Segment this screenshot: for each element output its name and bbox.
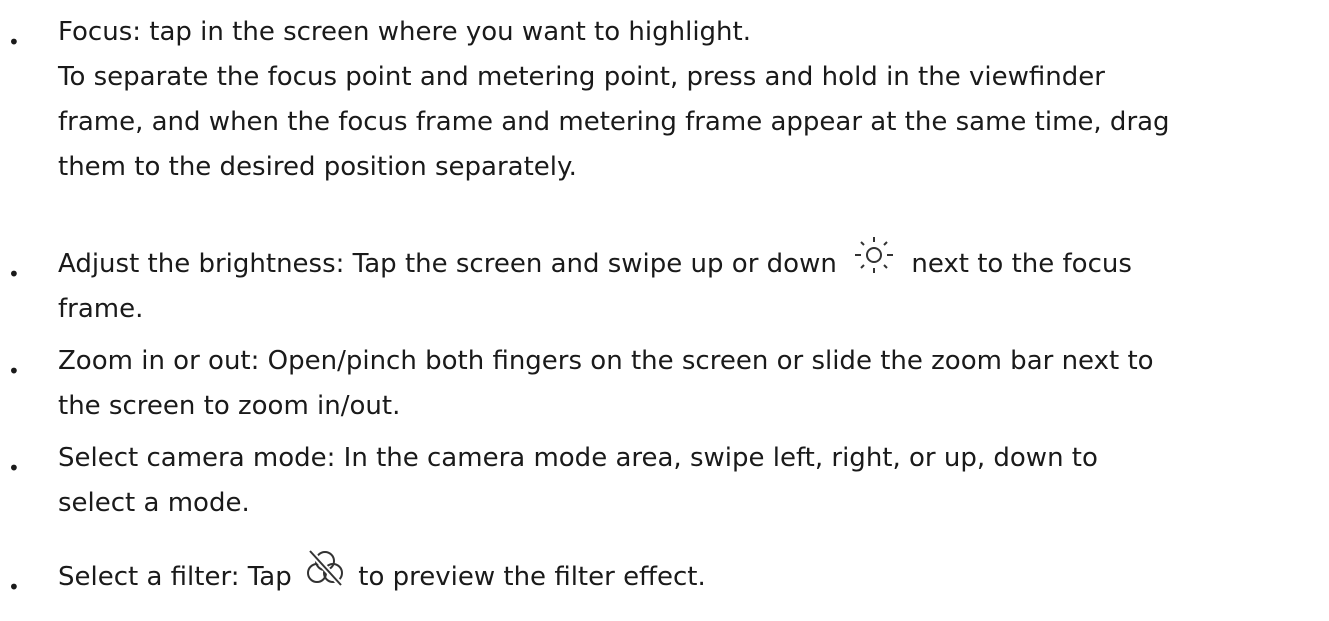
bullet: • (8, 359, 20, 383)
text-segment: to preview the filter effect. (358, 562, 706, 592)
bullet: • (8, 30, 20, 54)
text-segment: next to the focus (911, 249, 1132, 279)
text-line: Adjust the brightness: Tap the screen an… (58, 236, 1320, 287)
item-text: Select camera mode: In the camera mode a… (58, 436, 1320, 526)
text-line: frame, and when the focus frame and mete… (58, 107, 1170, 137)
item-text: Adjust the brightness: Tap the screen an… (58, 236, 1320, 332)
text-line: Zoom in or out: Open/pinch both fingers … (58, 346, 1154, 376)
sun-brightness-icon (851, 234, 897, 276)
text-line: the screen to zoom in/out. (58, 391, 401, 421)
text-segment: Select a filter: Tap (58, 562, 292, 592)
text-line: frame. (58, 294, 144, 324)
text-line: them to the desired position separately. (58, 152, 577, 182)
bullet: • (8, 262, 20, 286)
text-segment: Adjust the brightness: Tap the screen an… (58, 249, 837, 279)
bullet: • (8, 456, 20, 480)
bullet: • (8, 575, 20, 599)
item-text: Zoom in or out: Open/pinch both fingers … (58, 339, 1320, 429)
text-line: select a mode. (58, 488, 250, 518)
text-line: Select a filter: Tap to preview the filt… (58, 548, 1320, 600)
text-line: To separate the focus point and metering… (58, 62, 1105, 92)
text-line: Select camera mode: In the camera mode a… (58, 443, 1098, 473)
filter-off-icon (304, 548, 346, 588)
text-line: Focus: tap in the screen where you want … (58, 17, 751, 47)
item-text: Select a filter: Tap to preview the filt… (58, 548, 1320, 600)
item-text: Focus: tap in the screen where you want … (58, 10, 1320, 190)
